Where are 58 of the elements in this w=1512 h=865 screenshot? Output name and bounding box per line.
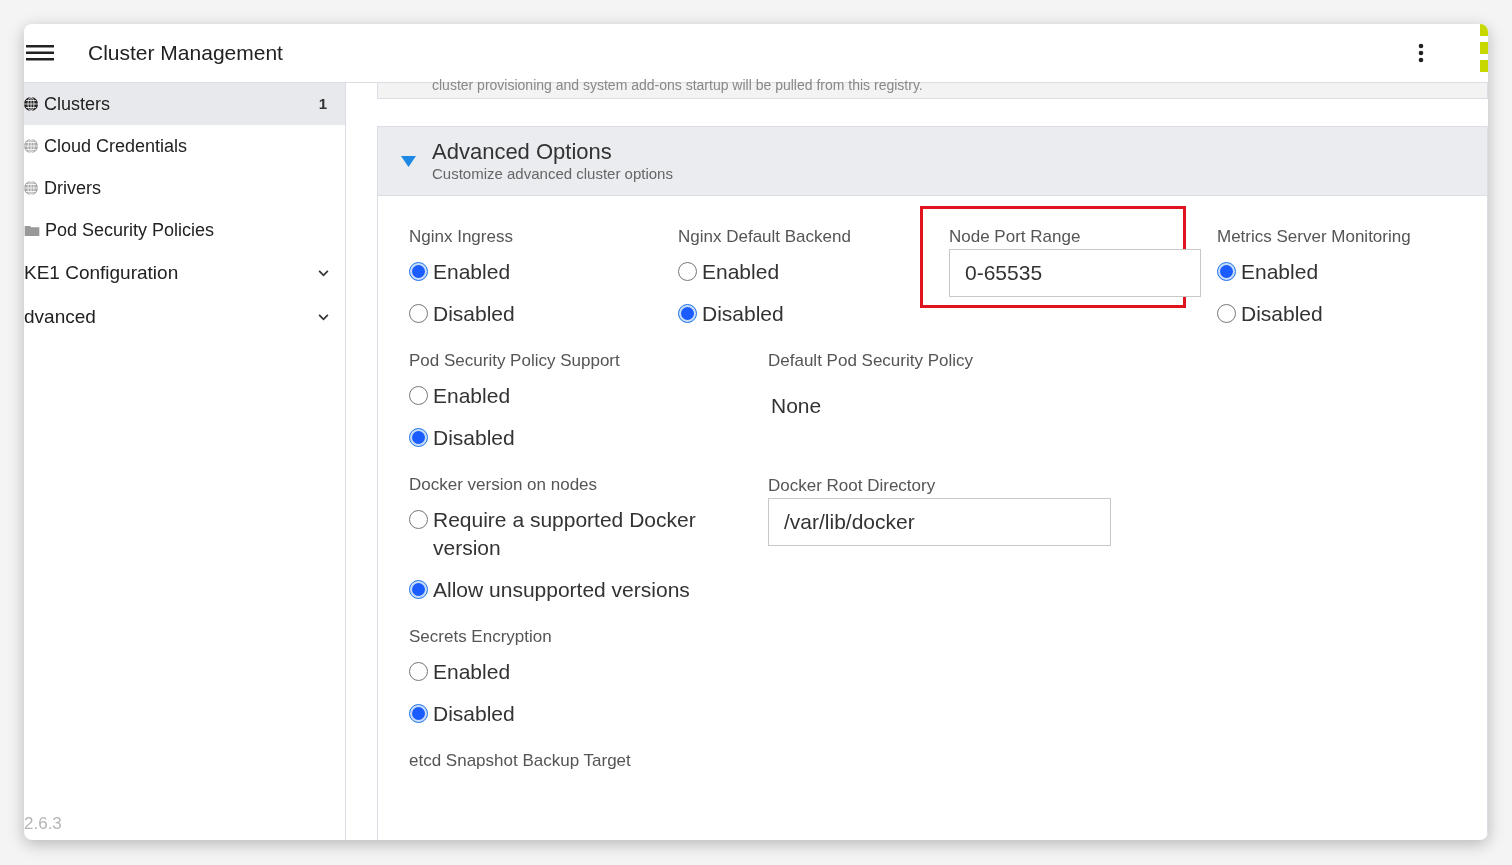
field-label: Default Pod Security Policy — [768, 350, 975, 372]
sidebar-item[interactable]: Clusters 1 — [24, 83, 345, 125]
option-label: Enabled — [702, 259, 780, 285]
radio-button[interactable] — [1217, 262, 1236, 281]
text-field[interactable]: 0-65535 — [949, 249, 1201, 297]
option-label: Disabled — [433, 301, 515, 327]
version-label: 2.6.3 — [24, 812, 63, 835]
option-label: Enabled — [1241, 259, 1319, 285]
radio-button[interactable] — [409, 262, 428, 281]
option-label: Disabled — [1241, 301, 1323, 327]
option-label: Disabled — [702, 301, 784, 327]
field-label: Secrets Encryption — [409, 626, 553, 648]
field-label: Pod Security Policy Support — [409, 350, 621, 372]
section-title: Advanced Options — [432, 139, 613, 165]
option-label: Enabled — [433, 259, 511, 285]
radio-button[interactable] — [1217, 304, 1236, 323]
radio-button[interactable] — [409, 386, 428, 405]
text-field[interactable]: /var/lib/docker — [768, 498, 1111, 546]
field-label: Docker Root Directory — [768, 476, 936, 495]
field-label: Nginx Default Backend — [678, 226, 852, 248]
option-label: Enabled — [433, 383, 511, 409]
menu-icon[interactable] — [26, 44, 54, 62]
sidebar-group[interactable]: dvanced — [24, 295, 345, 339]
radio-button[interactable] — [409, 580, 428, 599]
radio-button[interactable] — [678, 304, 697, 323]
sidebar-item[interactable]: Cloud Credentials — [24, 125, 345, 167]
radio-button[interactable] — [678, 262, 697, 281]
option-label: Disabled — [433, 425, 515, 451]
radio-button[interactable] — [409, 428, 428, 447]
radio-button[interactable] — [409, 510, 428, 529]
field-value: None — [770, 393, 823, 419]
option-label: Require a supported Docker version — [433, 507, 697, 561]
app-title: Cluster Management — [88, 40, 283, 67]
chevron-icon — [318, 269, 329, 277]
registry-note: cluster provisioning and system add-ons startup will be pulled from this registry. — [432, 77, 923, 93]
globe-icon — [24, 97, 38, 111]
field-label: etcd Snapshot Backup Target — [409, 750, 632, 772]
radio-button[interactable] — [409, 662, 428, 681]
sidebar-item[interactable]: Pod Security Policies — [24, 209, 345, 251]
section-header[interactable]: Advanced Options Customize advanced cluster options — [378, 127, 1487, 196]
more-options-icon[interactable] — [1418, 43, 1424, 63]
radio-button[interactable] — [409, 304, 428, 323]
radio-button[interactable] — [409, 704, 428, 723]
field-label: Nginx Ingress — [409, 226, 514, 248]
sidebar-group[interactable]: KE1 Configuration — [24, 251, 345, 295]
sidebar-item[interactable]: Drivers — [24, 167, 345, 209]
chevron-icon — [318, 313, 329, 321]
item-count: 1 — [318, 93, 327, 114]
option-label: Enabled — [433, 659, 511, 685]
folder-icon — [24, 224, 40, 236]
accent-strip — [1480, 24, 1488, 72]
caret-icon[interactable] — [401, 155, 416, 167]
option-label: Disabled — [433, 701, 515, 727]
field-label: Metrics Server Monitoring — [1217, 226, 1412, 248]
section-subtitle: Customize advanced cluster options — [432, 165, 673, 183]
field-label: Node Port Range — [949, 227, 1081, 246]
field-label: Docker version on nodes — [409, 474, 599, 496]
option-label: Allow unsupported versions — [433, 577, 690, 603]
